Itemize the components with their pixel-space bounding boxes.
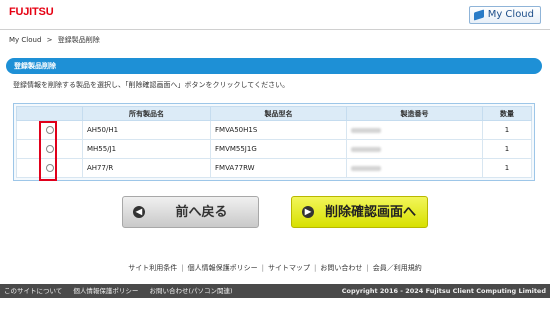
footer-links: サイト利用条件 | 個人情報保護ポリシー | サイトマップ | お問い合わせ | 会員／利用規約 <box>0 263 550 273</box>
product-model: FMVM55J1G <box>210 139 347 159</box>
footer-link-terms[interactable]: サイト利用条件 <box>128 264 177 272</box>
footer-bar: このサイトについて 個人情報保護ポリシー お問い合わせ(パソコン関連) Copy… <box>0 284 550 298</box>
serial-number-redacted <box>351 146 381 152</box>
breadcrumb-separator: > <box>46 36 53 44</box>
table-row: AH50/H1 FMVA50H1S 1 <box>16 120 532 140</box>
arrow-left-icon: ◀ <box>133 206 145 218</box>
product-name: AH77/R <box>82 158 211 178</box>
product-model: FMVA50H1S <box>210 120 347 140</box>
product-quantity: 1 <box>482 120 532 140</box>
product-quantity: 1 <box>482 158 532 178</box>
breadcrumb-current: 登録製品削除 <box>57 36 100 44</box>
header-product-name: 所有製品名 <box>82 106 211 121</box>
footer-link-contact[interactable]: お問い合わせ <box>320 264 362 272</box>
site-header: FUJITSU My Cloud <box>0 0 550 30</box>
header-model: 製品型名 <box>210 106 347 121</box>
footer-separator: | <box>181 264 184 272</box>
header-select <box>16 106 83 121</box>
table-row: MH55/J1 FMVM55J1G 1 <box>16 139 532 159</box>
products-table-container: 所有製品名 製品型名 製造番号 数量 AH50/H1 FMVA50H1S 1 M… <box>13 103 535 181</box>
cloud-icon <box>473 9 484 21</box>
footer-link-sitemap[interactable]: サイトマップ <box>268 264 310 272</box>
table-row: AH77/R FMVA77RW 1 <box>16 158 532 178</box>
arrow-right-icon: ▶ <box>302 206 314 218</box>
product-name: MH55/J1 <box>82 139 211 159</box>
product-model: FMVA77RW <box>210 158 347 178</box>
back-button-label: 前へ戻る <box>175 204 228 219</box>
my-cloud-logo[interactable]: My Cloud <box>468 6 541 24</box>
footer-bar-about[interactable]: このサイトについて <box>4 287 62 295</box>
serial-number-redacted <box>351 127 381 133</box>
serial-number-redacted <box>351 165 381 171</box>
instruction-text: 登録情報を削除する製品を選択し、「削除確認画面へ」ボタンをクリックしてください。 <box>13 81 290 89</box>
footer-link-membership[interactable]: 会員／利用規約 <box>373 264 422 272</box>
product-quantity: 1 <box>482 139 532 159</box>
copyright: Copyright 2016 - 2024 Fujitsu Client Com… <box>341 287 546 295</box>
footer-bar-privacy[interactable]: 個人情報保護ポリシー <box>73 287 138 295</box>
header-serial: 製造番号 <box>346 106 483 121</box>
footer-separator: | <box>261 264 264 272</box>
footer-link-privacy[interactable]: 個人情報保護ポリシー <box>188 264 258 272</box>
radio-highlight-box <box>39 121 57 181</box>
breadcrumb-home[interactable]: My Cloud <box>9 36 41 44</box>
section-title: 登録製品削除 <box>14 62 56 70</box>
footer-bar-contact[interactable]: お問い合わせ(パソコン関連) <box>149 287 232 295</box>
table-header-row: 所有製品名 製品型名 製造番号 数量 <box>16 106 532 121</box>
footer-bar-links: このサイトについて 個人情報保護ポリシー お問い合わせ(パソコン関連) <box>4 284 242 298</box>
product-name: AH50/H1 <box>82 120 211 140</box>
products-table: 所有製品名 製品型名 製造番号 数量 AH50/H1 FMVA50H1S 1 M… <box>16 106 532 178</box>
fujitsu-logo[interactable]: FUJITSU <box>9 6 54 18</box>
breadcrumb: My Cloud > 登録製品削除 <box>9 35 103 45</box>
header-quantity: 数量 <box>482 106 532 121</box>
my-cloud-label: My Cloud <box>487 9 534 20</box>
delete-confirm-button-label: 削除確認画面へ <box>324 204 416 219</box>
back-button[interactable]: ◀ 前へ戻る <box>122 196 259 228</box>
footer-separator: | <box>366 264 369 272</box>
section-header: 登録製品削除 <box>6 58 542 74</box>
delete-confirm-button[interactable]: ▶ 削除確認画面へ <box>291 196 428 228</box>
footer-separator: | <box>314 264 317 272</box>
